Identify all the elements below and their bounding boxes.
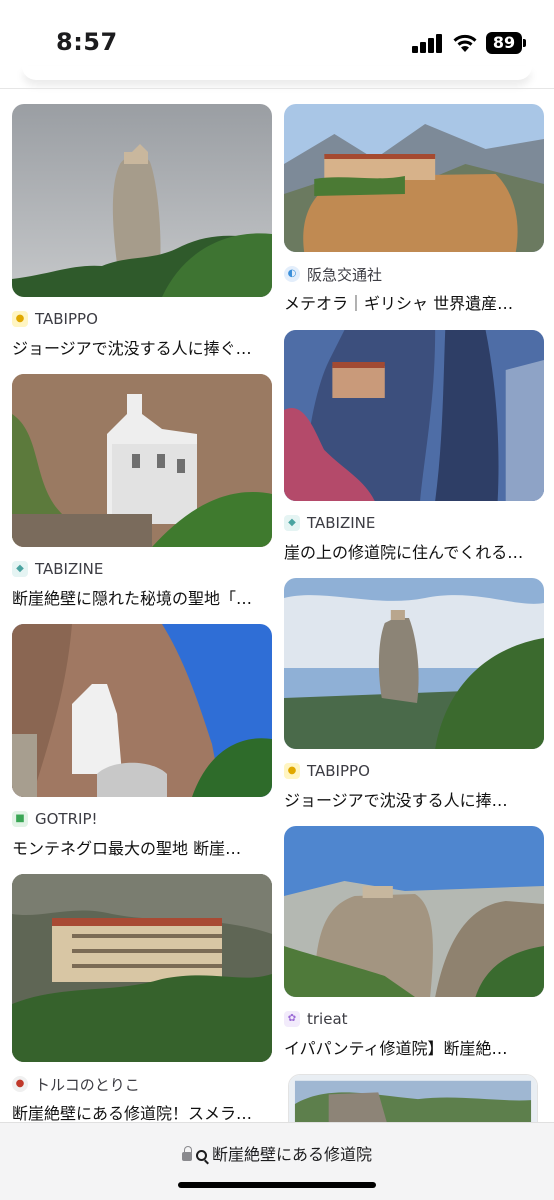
result-card[interactable]: ● TABIPPO ジョージアで沈没する人に捧ぐ… [12,104,272,359]
source-name: トルコのとりこ [35,1075,140,1094]
source-name: GOTRIP! [35,810,98,828]
result-caption[interactable]: ジョージアで沈没する人に捧… [284,787,539,811]
result-source[interactable]: ◐ 阪急交通社 [284,264,544,284]
result-source[interactable]: ● TABIPPO [12,309,272,329]
result-image[interactable] [12,874,272,1062]
source-name: TABIZINE [35,560,104,578]
result-image[interactable] [284,104,544,252]
result-source[interactable]: ● トルコのとりこ [12,1074,272,1094]
result-image[interactable] [12,374,272,547]
result-card[interactable]: ● トルコのとりこ 断崖絶壁にある修道院！スメラ… [12,874,272,1124]
result-card[interactable]: ■ GOTRIP! モンテネグロ最大の聖地 断崖… [12,624,272,859]
result-source[interactable]: ◆ TABIZINE [12,559,272,579]
result-source[interactable]: ◆ TABIZINE [284,513,544,533]
result-source[interactable]: ● TABIPPO [284,761,544,781]
torukonotoriko-icon: ● [12,1076,28,1092]
gotrip-icon: ■ [12,811,28,827]
tabippo-icon: ● [284,763,300,779]
result-card[interactable]: ◆ TABIZINE 崖の上の修道院に住んでくれる… [284,330,544,563]
tabizine-icon: ◆ [284,515,300,531]
lock-icon [181,1146,192,1161]
search-icon [195,1150,207,1161]
battery-icon: 89 [486,32,526,54]
result-caption[interactable]: メテオラ｜ギリシャ 世界遺産… [284,290,539,314]
result-image[interactable] [284,330,544,501]
result-image[interactable] [284,578,544,749]
source-name: TABIZINE [307,514,376,532]
hankyu-icon: ◐ [284,266,300,282]
trieat-icon: ✿ [284,1011,300,1027]
address-bar[interactable]: 断崖絶壁にある修道院 [0,1122,554,1200]
result-caption[interactable]: ジョージアで沈没する人に捧ぐ… [12,335,267,359]
result-image[interactable] [12,104,272,297]
wifi-icon [452,32,478,54]
result-source[interactable]: ■ GOTRIP! [12,809,272,829]
url-display[interactable]: 断崖絶壁にある修道院 [0,1141,554,1165]
search-header-edge [22,66,532,80]
search-query[interactable]: 断崖絶壁にある修道院 [212,1145,372,1164]
source-name: TABIPPO [35,310,98,328]
cellular-signal-icon [412,33,444,53]
result-caption[interactable]: モンテネグロ最大の聖地 断崖… [12,835,267,859]
result-source[interactable]: ✿ trieat [284,1009,544,1029]
status-time: 8:57 [56,28,118,56]
result-image[interactable] [12,624,272,797]
result-card[interactable]: ✿ trieat イパパンティ修道院】断崖絶… [284,826,544,1059]
divider [0,88,554,89]
result-image[interactable] [284,826,544,997]
result-card[interactable]: ◐ 阪急交通社 メテオラ｜ギリシャ 世界遺産… [284,104,544,314]
result-card[interactable]: ● TABIPPO ジョージアで沈没する人に捧… [284,578,544,811]
result-caption[interactable]: 断崖絶壁に隠れた秘境の聖地「… [12,585,267,609]
home-indicator[interactable] [178,1182,376,1188]
result-caption[interactable]: 崖の上の修道院に住んでくれる… [284,539,539,563]
result-caption[interactable]: 断崖絶壁にある修道院！スメラ… [12,1100,267,1124]
source-name: 阪急交通社 [307,265,383,284]
tabippo-icon: ● [12,311,28,327]
result-card[interactable]: ◆ TABIZINE 断崖絶壁に隠れた秘境の聖地「… [12,374,272,609]
result-caption[interactable]: イパパンティ修道院】断崖絶… [284,1035,539,1059]
tabizine-icon: ◆ [12,561,28,577]
source-name: TABIPPO [307,762,370,780]
source-name: trieat [307,1010,348,1028]
